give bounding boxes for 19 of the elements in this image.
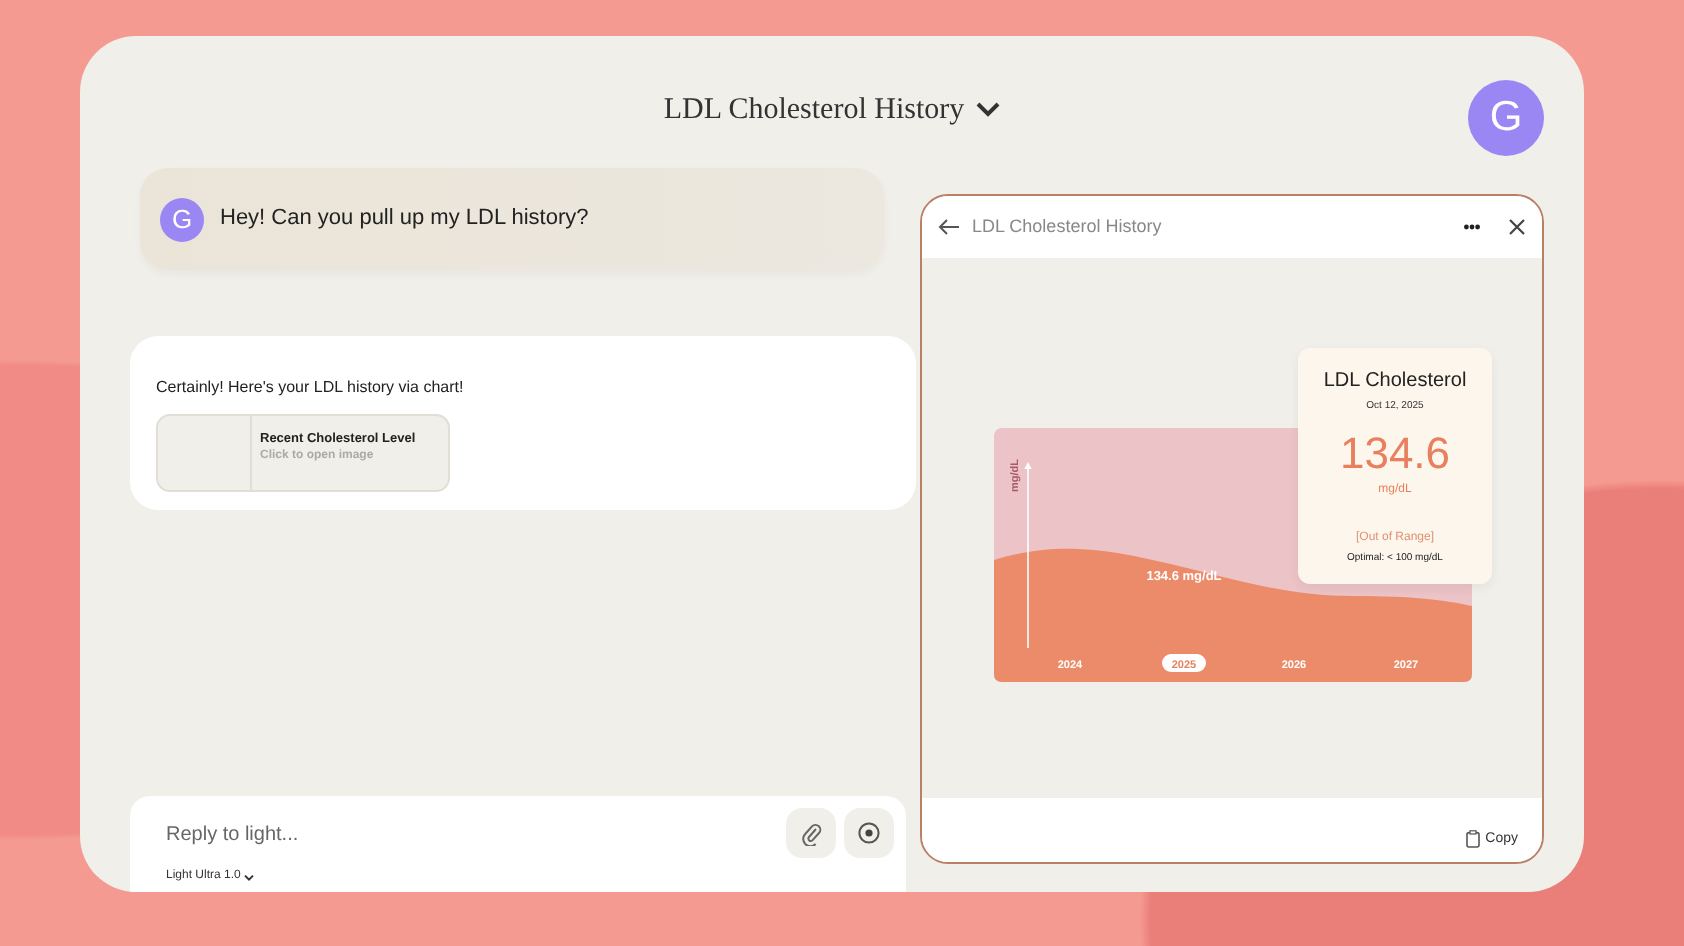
clipboard-icon [1465,830,1480,849]
message-text: Hey! Can you pull up my LDL history? [220,204,589,235]
close-icon[interactable] [1508,218,1526,236]
paperclip-icon [801,821,821,845]
user-avatar[interactable]: G [1468,80,1544,156]
user-avatar: G [160,197,204,241]
chevron-down-icon [976,102,1001,118]
back-arrow-icon[interactable] [938,218,960,236]
reply-input[interactable]: Reply to light... [166,820,566,850]
record-button[interactable] [844,808,894,858]
reading-value: 134.6 [1337,431,1453,475]
message-text: Certainly! Here's your LDL history via chart! [156,376,466,400]
chevron-down-icon [244,873,255,881]
viewer-title: LDL Cholesterol History [972,213,1164,240]
attach-button[interactable] [786,808,836,858]
card-title: LDL Cholesterol [1321,368,1469,396]
conversation-title[interactable]: LDL Cholesterol History [663,64,1001,156]
record-icon [858,822,880,844]
more-icon[interactable] [1464,224,1480,230]
